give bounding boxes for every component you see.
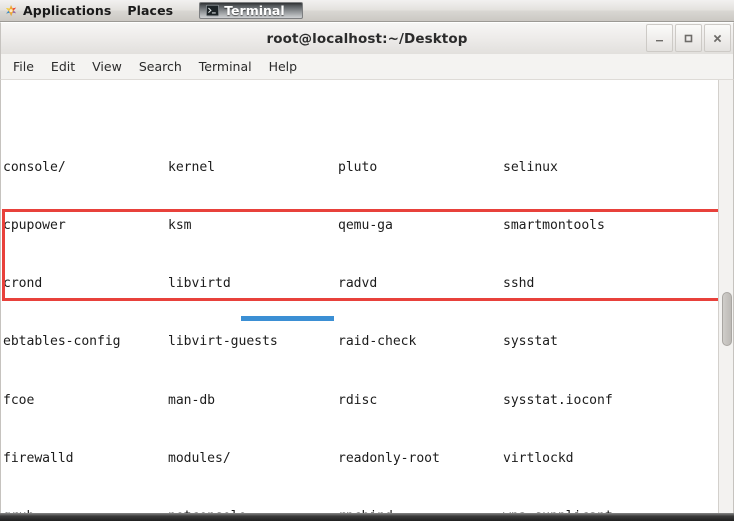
applications-menu-label: Applications [23, 3, 112, 18]
window-title: root@localhost:~/Desktop [266, 30, 468, 47]
listing-cell: sysstat [503, 334, 558, 350]
close-button[interactable] [704, 24, 731, 52]
listing-cell: pluto [338, 160, 378, 176]
listing-row: cpupower ksm qemu-ga smartmontools [3, 216, 717, 235]
listing-cell: rdisc [338, 392, 378, 408]
taskbar-item-terminal[interactable]: Terminal [199, 2, 304, 19]
menu-edit[interactable]: Edit [51, 59, 75, 74]
listing-cell: raid-check [338, 334, 417, 350]
places-menu-label: Places [127, 3, 174, 18]
listing-cell: crond [3, 276, 43, 292]
listing-cell: kernel [168, 160, 215, 176]
listing-cell: fcoe [3, 392, 35, 408]
window-controls [644, 24, 731, 52]
listing-cell: qemu-ga [338, 218, 393, 234]
listing-cell: selinux [503, 160, 558, 176]
terminal-output-area[interactable]: console/kernel pluto selinux cpupower ksm qe… [0, 80, 734, 521]
scrollbar-thumb[interactable] [722, 292, 732, 346]
applications-menu[interactable]: Applications [0, 0, 119, 21]
terminal-icon [206, 4, 220, 17]
fedora-star-icon [4, 4, 18, 18]
listing-cell: console/ [3, 160, 66, 176]
listing-row: console/kernel pluto selinux [3, 158, 717, 177]
taskbar-item-terminal-label: Terminal [224, 3, 285, 18]
updatedb-command-underline [241, 316, 334, 321]
maximize-icon [683, 33, 694, 44]
listing-cell: libvirtd [168, 276, 231, 292]
menu-view[interactable]: View [92, 59, 122, 74]
menu-file[interactable]: File [13, 59, 34, 74]
terminal-scrollbar[interactable] [718, 80, 734, 521]
desktop-bottom-strip [0, 513, 734, 521]
listing-cell: ksm [168, 218, 192, 234]
minimize-icon [654, 33, 665, 44]
menubar: File Edit View Search Terminal Help [0, 54, 734, 80]
listing-cell: sshd [503, 276, 535, 292]
listing-row: fcoe man-db rdisc sysstat.ioconf [3, 391, 717, 410]
places-menu[interactable]: Places [119, 0, 181, 21]
listing-cell: cpupower [3, 218, 66, 234]
listing-cell: man-db [168, 392, 215, 408]
listing-row: firewalld modules/readonly-root virtlockd [3, 449, 717, 468]
maximize-button[interactable] [675, 24, 702, 52]
minimize-button[interactable] [646, 24, 673, 52]
listing-cell: firewalld [3, 450, 74, 466]
menu-terminal[interactable]: Terminal [199, 59, 252, 74]
listing-cell: readonly-root [338, 450, 440, 466]
listing-cell: sysstat.ioconf [503, 392, 613, 408]
window-taskbar: Terminal [199, 0, 304, 21]
listing-row: crond libvirtd radvd sshd [3, 274, 717, 293]
window-titlebar[interactable]: root@localhost:~/Desktop [0, 22, 734, 54]
menu-search[interactable]: Search [139, 59, 182, 74]
close-icon [712, 33, 723, 44]
listing-cell: modules/ [168, 450, 231, 466]
listing-cell: smartmontools [503, 218, 605, 234]
menu-help[interactable]: Help [269, 59, 298, 74]
listing-cell: virtlockd [503, 450, 574, 466]
listing-cell: ebtables-config [3, 334, 121, 350]
gnome-top-panel: Applications Places Terminal [0, 0, 734, 22]
terminal-window: root@localhost:~/Desktop File Edit View [0, 22, 734, 521]
listing-cell: libvirt-guests [168, 334, 278, 350]
terminal-text-content: console/kernel pluto selinux cpupower ksm qe… [1, 80, 717, 521]
listing-row: ebtables-config libvirt-guests raid-check s… [3, 332, 717, 351]
listing-cell: radvd [338, 276, 378, 292]
